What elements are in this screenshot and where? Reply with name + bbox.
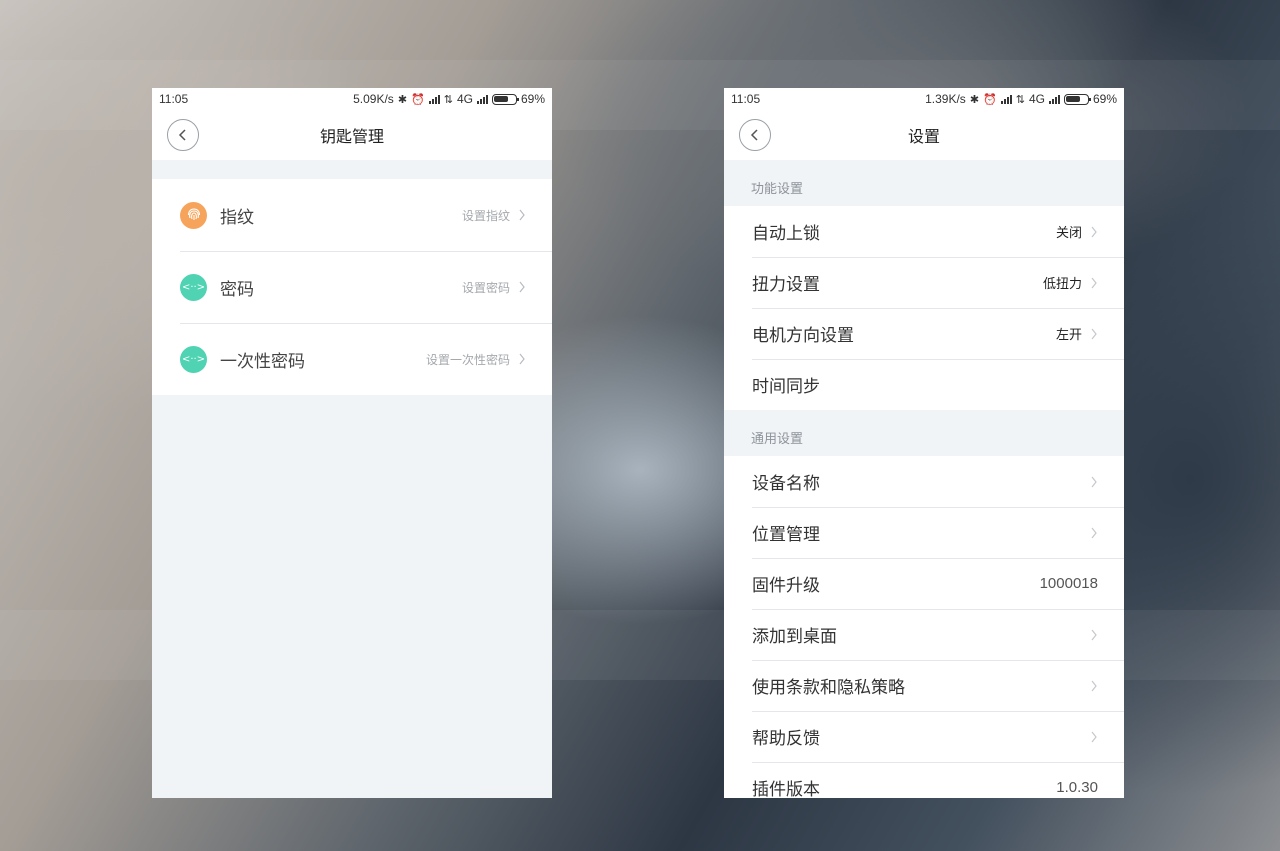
bluetooth-icon: ✱ <box>969 93 980 106</box>
fingerprint-icon <box>180 201 207 229</box>
firmware-version: 1000018 <box>1039 575 1098 592</box>
password-icon: <··> <box>180 273 207 301</box>
setting-label: 插件版本 <box>752 780 820 798</box>
signal-icon <box>476 94 488 104</box>
setting-label: 自动上锁 <box>752 224 820 244</box>
status-time: 11:05 <box>731 92 761 106</box>
chevron-right-icon <box>1091 277 1097 288</box>
battery-percent: 69% <box>1092 92 1117 106</box>
chevron-right-icon <box>519 353 525 365</box>
chevron-right-icon <box>1091 527 1097 538</box>
battery-icon <box>1063 93 1091 105</box>
status-bar: 11:05 5.09K/s ✱ ⏰ ⇅ 4G 69% <box>152 88 552 110</box>
battery-icon <box>491 93 519 105</box>
setting-torque[interactable]: 扭力设置 低扭力 <box>724 257 1124 308</box>
setting-help-feedback[interactable]: 帮助反馈 <box>724 711 1124 762</box>
function-settings-list: 自动上锁 关闭 扭力设置 低扭力 电机方向设置 左开 时间同步 <box>724 206 1124 410</box>
battery-percent: 69% <box>520 92 545 106</box>
chevron-right-icon <box>1091 731 1097 742</box>
key-item-password[interactable]: <··> 密码 设置密码 <box>152 251 552 323</box>
signal-icon <box>1048 94 1060 104</box>
key-item-label: 指纹 <box>220 207 254 228</box>
back-button[interactable] <box>167 119 199 151</box>
alarm-icon: ⏰ <box>983 93 997 106</box>
setting-label: 固件升级 <box>752 576 820 596</box>
data-arrows-icon: ⇅ <box>1015 93 1025 106</box>
setting-value: 左开 <box>1055 328 1082 343</box>
key-list: 指纹 设置指纹 <··> 密码 设置密码 <··> 一次性密码 设置一次性密码 <box>152 179 552 395</box>
signal-icon <box>1000 94 1012 104</box>
setting-label: 添加到桌面 <box>752 627 837 647</box>
network-type: 4G <box>456 92 473 106</box>
key-item-label: 密码 <box>220 279 254 300</box>
setting-auto-lock[interactable]: 自动上锁 关闭 <box>724 206 1124 257</box>
chevron-right-icon <box>519 281 525 293</box>
key-item-label: 一次性密码 <box>220 351 305 372</box>
signal-icon <box>428 94 440 104</box>
title-bar: 设置 <box>724 110 1124 160</box>
setting-label: 使用条款和隐私策略 <box>752 678 905 698</box>
key-item-action: 设置一次性密码 <box>425 352 510 367</box>
network-type: 4G <box>1028 92 1045 106</box>
title-bar: 钥匙管理 <box>152 110 552 160</box>
network-speed: 1.39K/s <box>925 92 966 106</box>
setting-label: 电机方向设置 <box>752 326 854 346</box>
chevron-left-icon <box>750 129 758 141</box>
chevron-right-icon <box>1091 629 1097 640</box>
setting-value: 关闭 <box>1055 226 1082 241</box>
setting-motor-direction[interactable]: 电机方向设置 左开 <box>724 308 1124 359</box>
back-button[interactable] <box>739 119 771 151</box>
setting-value: 低扭力 <box>1042 277 1082 292</box>
bluetooth-icon: ✱ <box>397 93 408 106</box>
setting-device-name[interactable]: 设备名称 <box>724 456 1124 507</box>
setting-terms-privacy[interactable]: 使用条款和隐私策略 <box>724 660 1124 711</box>
setting-label: 设备名称 <box>752 474 820 494</box>
setting-plugin-version: 插件版本 1.0.30 <box>724 762 1124 798</box>
setting-firmware-upgrade[interactable]: 固件升级 1000018 <box>724 558 1124 609</box>
settings-screen: 11:05 1.39K/s ✱ ⏰ ⇅ 4G 69% 设置 功能设置 自动上锁 … <box>724 88 1124 798</box>
chevron-right-icon <box>1091 680 1097 691</box>
key-item-onetime-password[interactable]: <··> 一次性密码 设置一次性密码 <box>152 323 552 395</box>
onetime-password-icon: <··> <box>180 345 207 373</box>
page-title: 设置 <box>907 127 940 146</box>
setting-label: 位置管理 <box>752 525 820 545</box>
setting-add-to-desktop[interactable]: 添加到桌面 <box>724 609 1124 660</box>
status-time: 11:05 <box>159 92 189 106</box>
page-title: 钥匙管理 <box>319 127 384 146</box>
key-item-fingerprint[interactable]: 指纹 设置指纹 <box>152 179 552 251</box>
chevron-right-icon <box>1091 226 1097 237</box>
plugin-version: 1.0.30 <box>1056 779 1098 796</box>
data-arrows-icon: ⇅ <box>443 93 453 106</box>
key-item-action: 设置指纹 <box>461 208 510 223</box>
status-bar: 11:05 1.39K/s ✱ ⏰ ⇅ 4G 69% <box>724 88 1124 110</box>
section-header-general: 通用设置 <box>724 410 1124 456</box>
setting-label: 帮助反馈 <box>752 729 820 749</box>
key-management-screen: 11:05 5.09K/s ✱ ⏰ ⇅ 4G 69% 钥匙管理 指纹 设置指纹 <box>152 88 552 798</box>
alarm-icon: ⏰ <box>411 93 425 106</box>
setting-label: 时间同步 <box>752 377 820 397</box>
setting-time-sync[interactable]: 时间同步 <box>724 359 1124 410</box>
setting-location[interactable]: 位置管理 <box>724 507 1124 558</box>
chevron-right-icon <box>519 209 525 221</box>
key-item-action: 设置密码 <box>461 280 510 295</box>
section-header-function: 功能设置 <box>724 160 1124 206</box>
general-settings-list: 设备名称 位置管理 固件升级 1000018 添加到桌面 使用条款和隐私策略 帮… <box>724 456 1124 798</box>
chevron-right-icon <box>1091 476 1097 487</box>
chevron-left-icon <box>178 129 186 141</box>
setting-label: 扭力设置 <box>752 275 820 295</box>
network-speed: 5.09K/s <box>353 92 394 106</box>
chevron-right-icon <box>1091 328 1097 339</box>
